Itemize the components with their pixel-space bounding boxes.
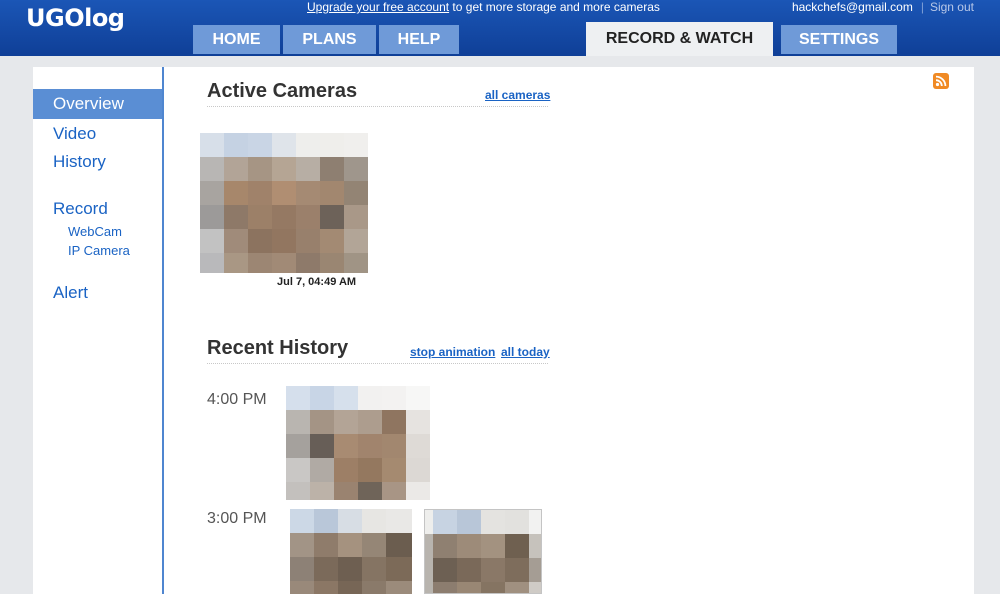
user-separator: | [920,0,924,14]
history-time-label: 3:00 PM [207,510,267,527]
sign-out-link[interactable]: Sign out [930,0,974,14]
tab-home[interactable]: HOME [193,25,280,54]
ugolog-logo[interactable]: UGOlog [26,4,125,32]
camera-snapshot[interactable] [200,133,368,273]
history-snapshot[interactable] [286,386,430,500]
all-cameras-link[interactable]: all cameras [485,88,550,102]
active-cameras-divider [207,106,548,107]
sidebar-item-overview[interactable]: Overview [33,89,162,119]
sidebar-nav: Overview Video History Record WebCam IP … [33,67,164,594]
history-snapshot[interactable] [424,509,542,594]
sidebar-item-history[interactable]: History [33,147,162,177]
sidebar-subitem-ip-camera[interactable]: IP Camera [68,243,130,258]
sidebar-subitem-webcam[interactable]: WebCam [68,224,122,239]
user-area: hackchefs@gmail.com | Sign out [792,0,974,14]
tab-record-watch[interactable]: RECORD & WATCH [586,22,773,56]
top-header: UGOlog Upgrade your free account to get … [0,0,1000,56]
rss-feed-icon[interactable] [933,73,949,89]
sidebar-item-record[interactable]: Record [33,194,162,224]
sidebar-item-video[interactable]: Video [33,119,162,149]
tab-plans[interactable]: PLANS [283,25,376,54]
sidebar-item-alert[interactable]: Alert [33,278,162,308]
upgrade-promo-text: to get more storage and more cameras [449,0,660,14]
tab-help[interactable]: HELP [379,25,459,54]
all-today-link[interactable]: all today [501,345,550,359]
upgrade-promo: Upgrade your free account to get more st… [307,0,660,14]
camera-timestamp: Jul 7, 04:49 AM [277,276,357,288]
upgrade-link[interactable]: Upgrade your free account [307,0,449,14]
history-time-label: 4:00 PM [207,391,267,408]
active-cameras-title: Active Cameras [207,80,358,102]
recent-history-divider [207,363,548,364]
recent-history-title: Recent History [207,337,349,359]
user-email: hackchefs@gmail.com [791,0,913,14]
tab-settings[interactable]: SETTINGS [781,25,897,54]
stop-animation-link[interactable]: stop animation [410,345,495,359]
history-snapshot[interactable] [290,509,412,594]
